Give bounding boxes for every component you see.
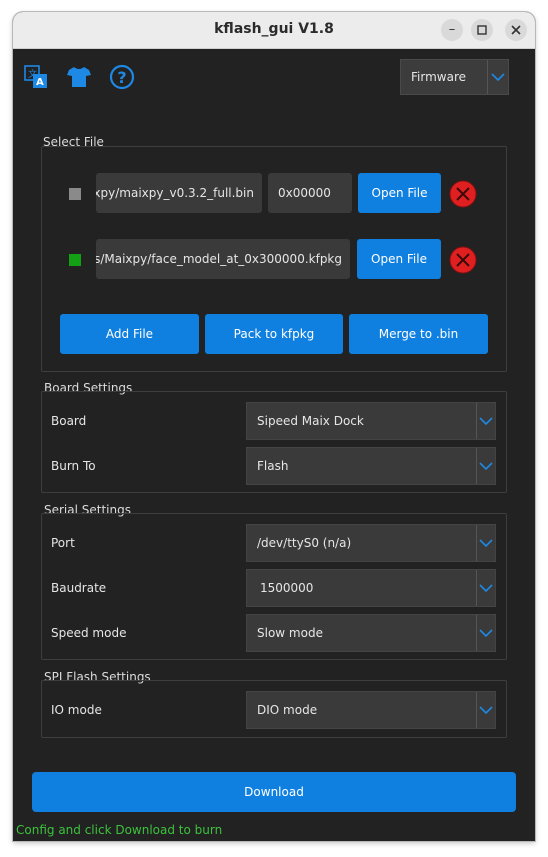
chevron-down-icon [476,615,495,651]
file1-address-field[interactable]: 0x00000 [268,173,352,213]
merge-bin-button[interactable]: Merge to .bin [349,314,488,354]
add-file-button[interactable]: Add File [60,314,199,354]
help-icon[interactable]: ? [109,64,135,90]
pack-kfpkg-button[interactable]: Pack to kfpkg [205,314,343,354]
chevron-down-icon [476,692,495,728]
speed-mode-select-value: Slow mode [257,626,323,640]
burn-to-select-value: Flash [257,459,289,473]
main-content: 文 A ? Firmware Select File xpy/maixpy_v0… [13,49,535,841]
file1-checkbox[interactable] [69,188,81,200]
burn-to-select[interactable]: Flash [246,447,496,485]
status-text: Config and click Download to burn [16,823,223,837]
file2-path-field[interactable]: ıs/Maixpy/face_model_at_0x300000.kfpkg [96,239,350,279]
io-mode-select[interactable]: DIO mode [246,691,496,729]
file1-open-button[interactable]: Open File [358,173,441,213]
download-button[interactable]: Download [32,772,516,812]
mode-select-value: Firmware [411,70,466,84]
file2-checkbox[interactable] [69,254,81,266]
port-label: Port [51,536,75,550]
speed-mode-select[interactable]: Slow mode [246,614,496,652]
board-select-value: Sipeed Maix Dock [257,414,364,428]
file2-open-button[interactable]: Open File [357,239,441,279]
language-icon[interactable]: 文 A [23,64,49,90]
svg-text:?: ? [117,68,126,87]
file2-remove-icon[interactable] [449,246,477,274]
port-select[interactable]: /dev/ttyS0 (n/a) [246,524,496,562]
io-mode-select-value: DIO mode [257,703,318,717]
skin-icon[interactable] [66,64,92,90]
io-mode-label: IO mode [51,703,102,717]
speed-mode-label: Speed mode [51,626,127,640]
board-select[interactable]: Sipeed Maix Dock [246,402,496,440]
baudrate-label: Baudrate [51,581,107,595]
baudrate-select-value: 1500000 [260,581,314,595]
burn-to-label: Burn To [51,459,96,473]
baudrate-select[interactable]: 1500000 [246,569,496,607]
board-label: Board [51,414,87,428]
chevron-down-icon [476,525,495,561]
file1-remove-icon[interactable] [449,180,477,208]
close-icon[interactable] [505,19,527,41]
minimize-icon[interactable]: – [441,19,463,41]
chevron-down-icon [476,570,495,606]
file1-path-field[interactable]: xpy/maixpy_v0.3.2_full.bin [96,173,262,213]
app-window: kflash_gui V1.8 – 文 A ? Firmware Select … [13,12,535,841]
mode-select[interactable]: Firmware [400,59,509,95]
port-select-value: /dev/ttyS0 (n/a) [257,536,352,550]
title-bar: kflash_gui V1.8 – [13,12,535,49]
maximize-icon[interactable] [471,19,493,41]
chevron-down-icon [476,403,495,439]
chevron-down-icon [487,60,508,94]
svg-text:A: A [36,77,44,88]
chevron-down-icon [476,448,495,484]
